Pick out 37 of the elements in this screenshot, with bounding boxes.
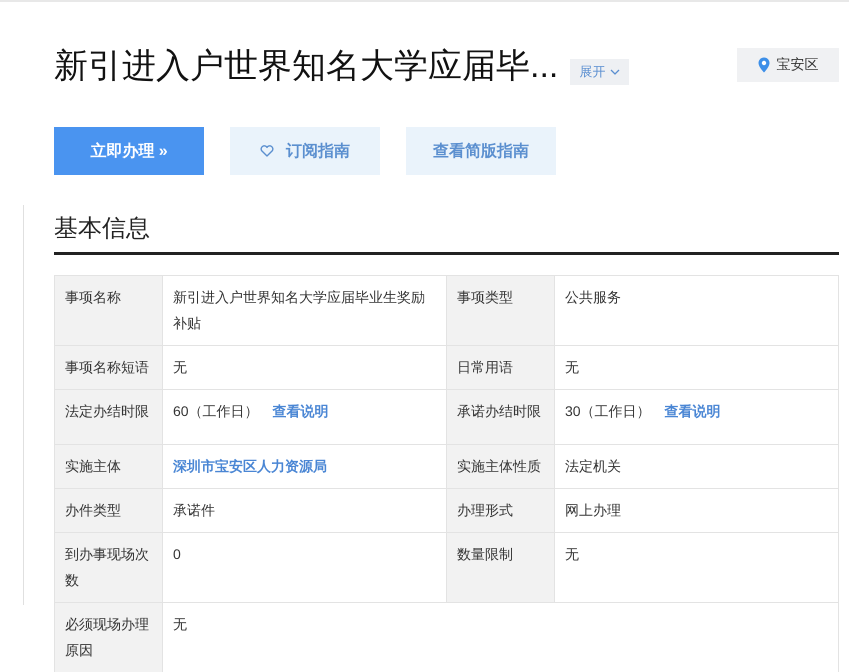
- page-title: 新引进入户世界知名大学应届毕...: [54, 46, 558, 87]
- guide-button[interactable]: 查看简版指南: [406, 127, 556, 175]
- apply-button[interactable]: 立即办理 »: [54, 127, 204, 175]
- field-value: 0: [162, 532, 446, 602]
- field-label: 办理形式: [446, 488, 554, 532]
- chevron-down-icon: [610, 69, 620, 75]
- field-label: 法定办结时限: [54, 390, 162, 444]
- field-value: 法定机关: [554, 444, 838, 488]
- expand-button[interactable]: 展开: [570, 59, 630, 85]
- link[interactable]: 查看说明: [272, 403, 329, 419]
- field-value: 公共服务: [554, 276, 838, 346]
- field-value: 新引进入户世界知名大学应届毕业生奖励补贴: [162, 276, 446, 346]
- location-pin-icon: [758, 57, 770, 73]
- section-heading: 基本信息: [54, 212, 839, 255]
- field-label: 事项名称: [54, 276, 162, 346]
- field-value: 无: [554, 532, 838, 602]
- field-label: 日常用语: [446, 346, 554, 390]
- subscribe-button[interactable]: 订阅指南: [230, 127, 380, 175]
- field-value: 无: [554, 346, 838, 390]
- field-label: 事项类型: [446, 276, 554, 346]
- field-label: 事项名称短语: [54, 346, 162, 390]
- link[interactable]: 深圳市宝安区人力资源局: [173, 458, 327, 474]
- field-label: 实施主体: [54, 444, 162, 488]
- location-button[interactable]: 宝安区: [737, 48, 839, 82]
- field-value: 30（工作日）: [565, 403, 651, 419]
- field-label: 数量限制: [446, 532, 554, 602]
- field-value: 无: [162, 346, 446, 390]
- heart-icon: [260, 145, 274, 157]
- field-label: 必须现场办理原因: [54, 602, 162, 672]
- link[interactable]: 查看说明: [664, 403, 721, 419]
- field-label: 实施主体性质: [446, 444, 554, 488]
- field-label: 办件类型: [54, 488, 162, 532]
- field-label: 承诺办结时限: [446, 390, 554, 444]
- field-label: 到办事现场次数: [54, 532, 162, 602]
- field-value: 承诺件: [162, 488, 446, 532]
- field-value: 60（工作日）: [173, 403, 259, 419]
- field-value: 网上办理: [554, 488, 838, 532]
